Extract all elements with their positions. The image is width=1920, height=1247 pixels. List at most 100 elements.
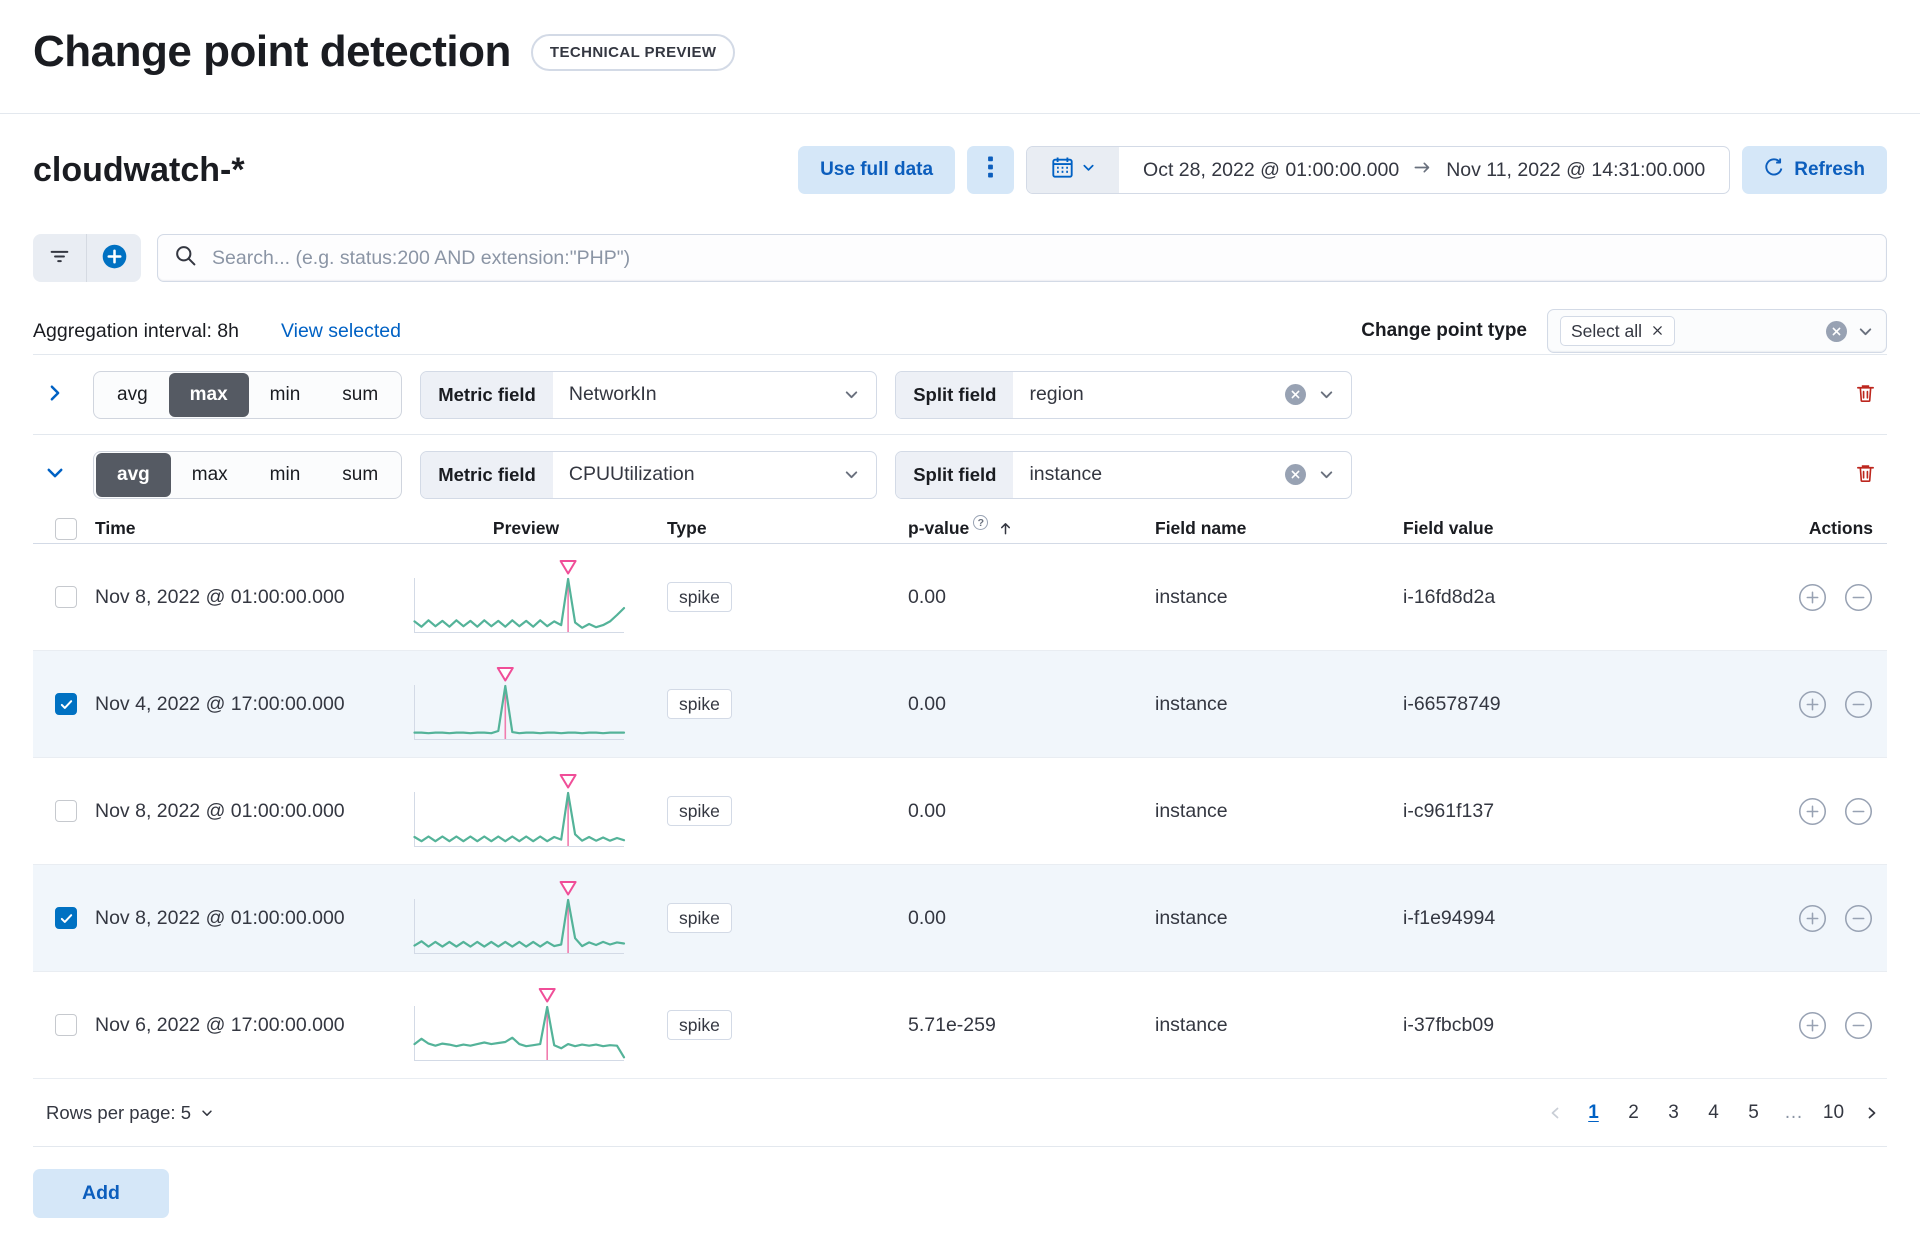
function-option-avg[interactable]: avg xyxy=(96,373,169,417)
filter-button[interactable] xyxy=(33,234,87,282)
previous-page-icon[interactable] xyxy=(1540,1096,1570,1129)
technical-preview-badge: TECHNICAL PREVIEW xyxy=(530,33,736,71)
chevron-down-icon xyxy=(45,463,65,486)
split-field-value[interactable]: region xyxy=(1013,372,1351,418)
function-option-min[interactable]: min xyxy=(249,453,322,497)
time-options-button[interactable] xyxy=(967,146,1015,194)
filter-out-value-icon[interactable] xyxy=(1844,690,1873,719)
function-button-group: avg max min sum xyxy=(93,450,403,499)
clear-split-field-icon[interactable] xyxy=(1285,464,1307,485)
split-field-select: Split field region xyxy=(895,370,1353,419)
date-range-picker: Oct 28, 2022 @ 01:00:00.000 Nov 11, 2022… xyxy=(1026,146,1731,194)
column-header-type[interactable]: Type xyxy=(640,518,880,539)
collapse-row-button[interactable] xyxy=(33,453,77,497)
function-option-avg[interactable]: avg xyxy=(96,452,171,497)
table-header: Time Preview Type p-value? Field name Fi… xyxy=(33,514,1887,544)
split-field-value[interactable]: instance xyxy=(1013,452,1351,498)
filter-out-value-icon[interactable] xyxy=(1844,797,1873,826)
search-input[interactable] xyxy=(210,245,1870,271)
row-field-value: i-c961f137 xyxy=(1403,799,1495,822)
column-header-preview[interactable]: Preview xyxy=(412,518,640,539)
column-header-field-value[interactable]: Field value xyxy=(1378,518,1658,539)
row-time: Nov 4, 2022 @ 17:00:00.000 xyxy=(95,692,345,715)
function-option-min[interactable]: min xyxy=(249,373,322,417)
row-preview-chart xyxy=(412,772,640,850)
page-10-button[interactable]: 10 xyxy=(1817,1096,1850,1129)
index-row: cloudwatch-* Use full data Oct 28, 2022 … xyxy=(33,146,1887,194)
add-config-button[interactable]: Add xyxy=(33,1169,169,1218)
plus-in-circle-icon xyxy=(101,243,128,273)
chevron-down-icon xyxy=(200,1106,214,1120)
row-checkbox[interactable] xyxy=(55,907,77,929)
metric-field-label: Metric field xyxy=(421,371,553,418)
delete-config-button[interactable] xyxy=(1843,373,1887,417)
end-date[interactable]: Nov 11, 2022 @ 14:31:00.000 xyxy=(1446,159,1705,182)
column-header-time[interactable]: Time xyxy=(95,518,412,539)
page-1-button[interactable]: 1 xyxy=(1577,1096,1610,1129)
date-picker-quick-menu[interactable] xyxy=(1027,147,1120,193)
filter-for-value-icon[interactable] xyxy=(1798,1011,1827,1040)
index-pattern-title: cloudwatch-* xyxy=(33,150,245,189)
expand-row-button[interactable] xyxy=(33,373,77,417)
page-4-button[interactable]: 4 xyxy=(1697,1096,1730,1129)
use-full-data-button[interactable]: Use full data xyxy=(798,146,956,194)
function-option-max[interactable]: max xyxy=(168,372,249,417)
start-date[interactable]: Oct 28, 2022 @ 01:00:00.000 xyxy=(1143,159,1399,182)
function-option-sum[interactable]: sum xyxy=(321,373,399,417)
function-option-sum[interactable]: sum xyxy=(321,453,399,497)
table-row: Nov 8, 2022 @ 01:00:00.000 spike 0.00 inst… xyxy=(33,865,1887,972)
filter-icon xyxy=(49,246,70,270)
metric-field-value[interactable]: CPUUtilization xyxy=(553,452,876,498)
row-checkbox[interactable] xyxy=(55,693,77,715)
select-all-checkbox[interactable] xyxy=(55,517,77,540)
search-bar xyxy=(157,234,1887,282)
row-field-name: instance xyxy=(1155,799,1228,822)
page-5-button[interactable]: 5 xyxy=(1737,1096,1770,1129)
filter-out-value-icon[interactable] xyxy=(1844,583,1873,612)
sort-ascending-icon xyxy=(998,521,1013,536)
column-header-actions: Actions xyxy=(1808,518,1873,538)
row-checkbox[interactable] xyxy=(55,1014,77,1036)
column-header-field-name[interactable]: Field name xyxy=(1130,518,1378,539)
change-point-type-combobox[interactable]: Select all xyxy=(1547,309,1887,353)
filter-for-value-icon[interactable] xyxy=(1798,904,1827,933)
rows-per-page-button[interactable]: Rows per page: 5 xyxy=(33,1102,214,1124)
add-filter-button[interactable] xyxy=(87,234,141,282)
page-2-button[interactable]: 2 xyxy=(1617,1096,1650,1129)
row-checkbox[interactable] xyxy=(55,800,77,822)
page-ellipsis: … xyxy=(1784,1101,1803,1123)
metric-field-select: Metric field CPUUtilization xyxy=(420,450,878,499)
type-badge: spike xyxy=(667,581,732,612)
delete-config-button[interactable] xyxy=(1843,453,1887,497)
filter-for-value-icon[interactable] xyxy=(1798,690,1827,719)
page-3-button[interactable]: 3 xyxy=(1657,1096,1690,1129)
calendar-icon xyxy=(1051,156,1074,184)
next-page-icon[interactable] xyxy=(1857,1096,1887,1129)
clear-split-field-icon[interactable] xyxy=(1285,384,1307,405)
pagination-bar: Rows per page: 5 1 2 3 4 5 … 10 xyxy=(33,1079,1887,1147)
row-field-name: instance xyxy=(1155,692,1228,715)
row-field-name: instance xyxy=(1155,906,1228,929)
filter-out-value-icon[interactable] xyxy=(1844,904,1873,933)
trash-icon xyxy=(1854,462,1877,488)
metric-field-text: NetworkIn xyxy=(568,383,657,405)
function-option-max[interactable]: max xyxy=(171,453,249,497)
row-field-value: i-66578749 xyxy=(1403,692,1501,715)
remove-pill-icon[interactable] xyxy=(1651,321,1664,342)
function-button-group: avg max min sum xyxy=(93,370,403,419)
filter-out-value-icon[interactable] xyxy=(1844,1011,1873,1040)
table-row: Nov 8, 2022 @ 01:00:00.000 spike 0.00 inst… xyxy=(33,758,1887,865)
column-header-p-value[interactable]: p-value? xyxy=(880,515,1130,539)
chevron-right-icon xyxy=(45,383,65,406)
change-point-type-label: Change point type xyxy=(1361,320,1527,341)
row-checkbox[interactable] xyxy=(55,586,77,608)
refresh-button[interactable]: Refresh xyxy=(1742,146,1887,194)
clear-selection-icon[interactable] xyxy=(1826,320,1847,342)
question-in-circle-icon[interactable]: ? xyxy=(973,515,989,530)
filter-for-value-icon[interactable] xyxy=(1798,797,1827,826)
metric-field-value[interactable]: NetworkIn xyxy=(553,372,876,418)
select-all-pill[interactable]: Select all xyxy=(1560,316,1676,346)
view-selected-link[interactable]: View selected xyxy=(281,320,401,343)
arrow-right-icon xyxy=(1413,158,1432,183)
filter-for-value-icon[interactable] xyxy=(1798,583,1827,612)
